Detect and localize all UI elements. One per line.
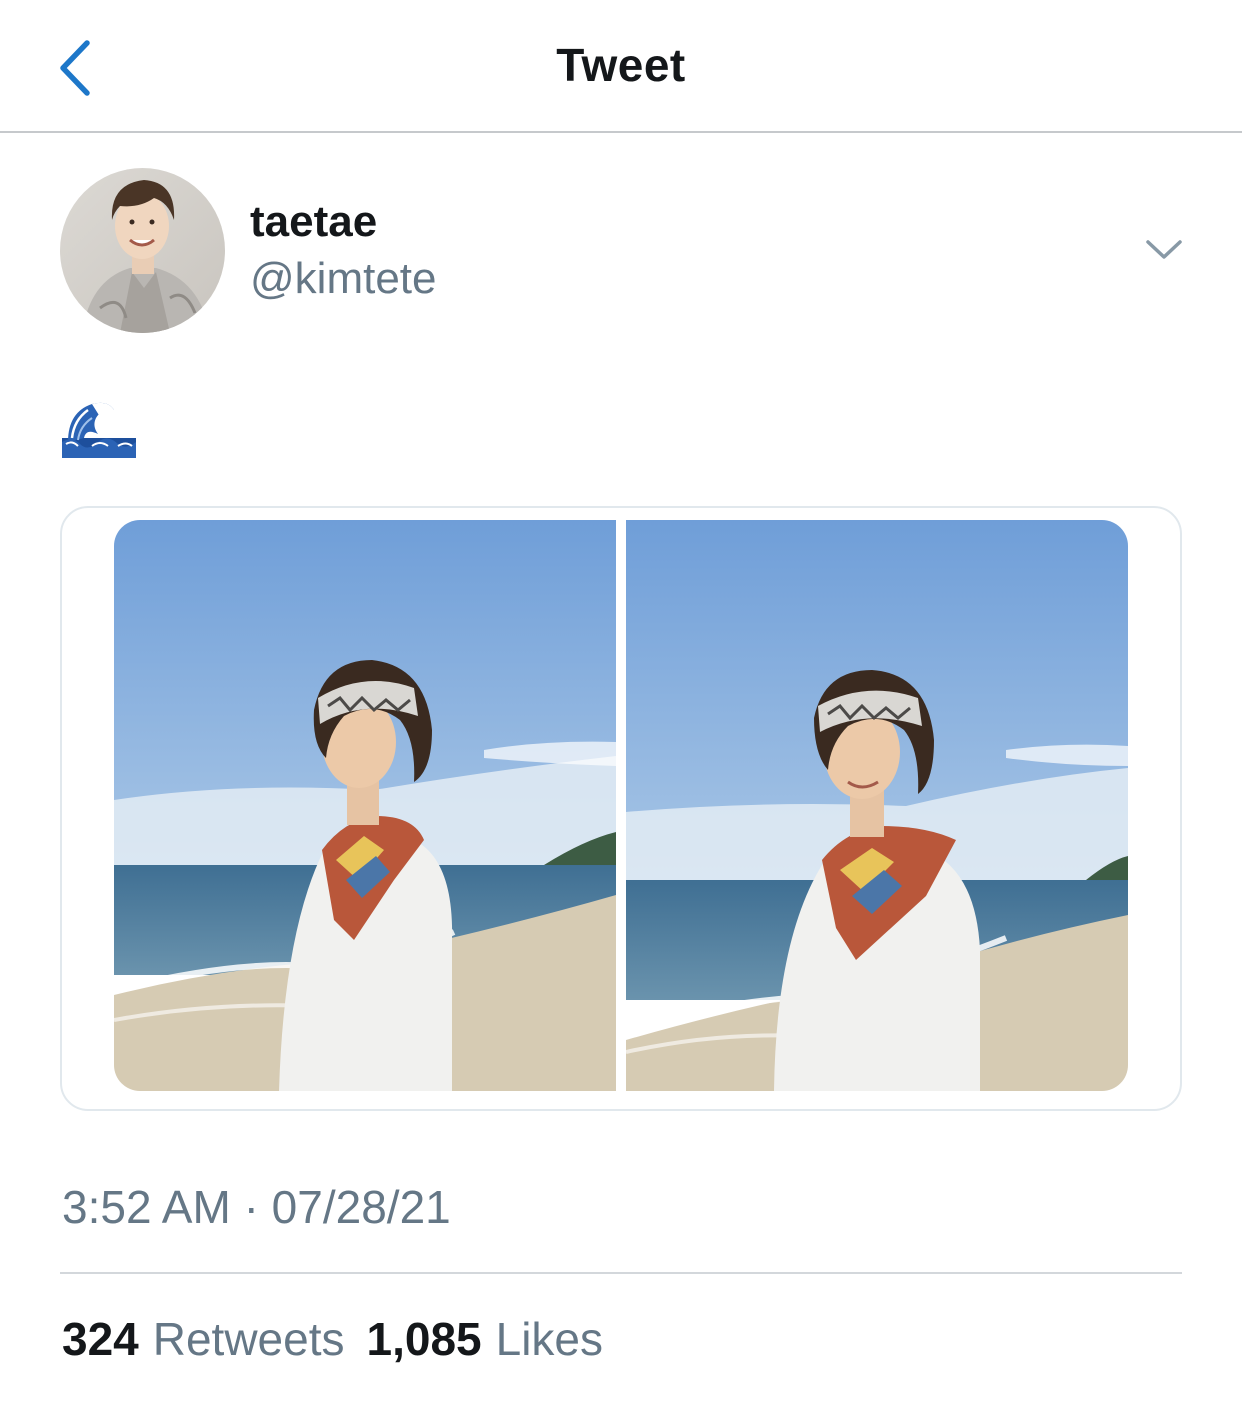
tweet-detail-page: Tweet taetae @kimtete 3:52 AM · 07/28/21…: [0, 0, 1242, 1403]
avatar[interactable]: [60, 168, 225, 333]
avatar-image: [60, 168, 225, 333]
tweet-options-button[interactable]: [1140, 232, 1188, 268]
photo-image: [626, 520, 1128, 1091]
wave-emoji-icon: [62, 398, 136, 458]
media-photo-2[interactable]: [626, 520, 1128, 1091]
tweet-date: 07/28/21: [271, 1181, 451, 1233]
tweet-time: 3:52 AM: [62, 1181, 231, 1233]
photo-image: [114, 520, 616, 1091]
chevron-down-icon: [1146, 240, 1182, 259]
nav-header: Tweet: [0, 0, 1242, 133]
page-title: Tweet: [556, 39, 686, 91]
tweet-timestamp: 3:52 AM · 07/28/21: [62, 1180, 451, 1234]
retweets-label[interactable]: Retweets: [153, 1312, 345, 1366]
retweets-count[interactable]: 324: [62, 1312, 139, 1366]
divider: [60, 1272, 1182, 1274]
media-photo-1[interactable]: [114, 520, 616, 1091]
tweet-stats: 324 Retweets 1,085 Likes: [62, 1312, 603, 1366]
user-handle[interactable]: @kimtete: [250, 254, 436, 304]
likes-label[interactable]: Likes: [496, 1312, 603, 1366]
likes-count[interactable]: 1,085: [367, 1312, 482, 1366]
timestamp-separator: ·: [243, 1181, 259, 1233]
display-name[interactable]: taetae: [250, 197, 377, 247]
